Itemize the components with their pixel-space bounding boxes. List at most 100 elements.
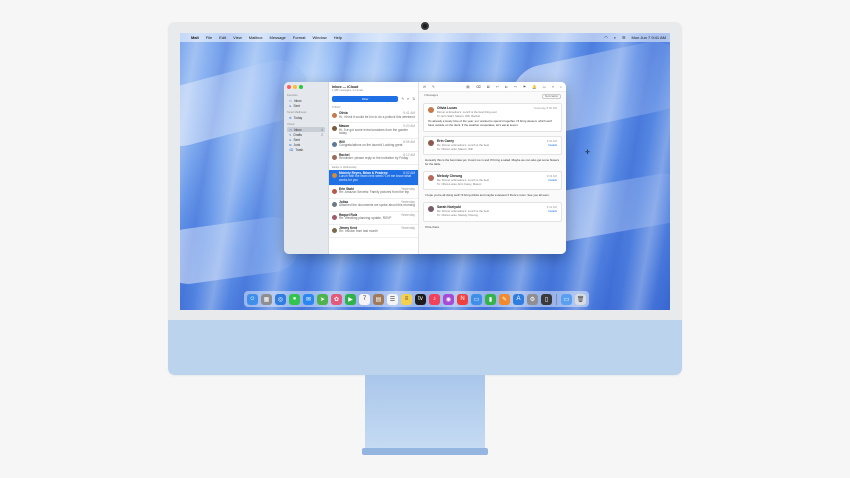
list-item[interactable]: 8:12 AM Rachel Reminder: please reply to t… [329,152,418,165]
menu-message[interactable]: Message [270,35,286,40]
list-item[interactable]: Yesterday Raquel Ruiz Re: Wedding planning… [329,212,418,225]
mail-icon[interactable]: ✉ [303,293,314,305]
thread-message-card[interactable]: Sarah Noriyuki Re: Dinner at Emeline's: … [423,202,562,222]
menu-mailbox[interactable]: Mailbox [249,35,263,40]
avatar [428,139,434,146]
finder-icon[interactable]: ☺ [247,293,258,305]
sidebar-item-label: Today [293,115,303,120]
menu-window[interactable]: Window [312,35,326,40]
details-link[interactable]: Details [547,209,557,214]
filter-icon[interactable]: ≡ [407,97,409,101]
message-body: I'll be there. [425,224,440,229]
menu-help[interactable]: Help [334,35,342,40]
message-list: Inbox — iCloud 1,988 messages, 4 unread … [329,82,419,254]
settings-icon[interactable]: ⚙ [527,293,538,305]
iphone-mirroring-icon[interactable]: ▯ [541,293,552,305]
menu-edit[interactable]: Edit [219,35,226,40]
menu-file[interactable]: File [206,35,212,40]
reminders-icon[interactable]: ☰ [387,293,398,305]
search-icon[interactable]: ⌕ [614,35,616,40]
podcasts-icon[interactable]: ◉ [443,293,454,305]
sidebar-item-favorites-sent[interactable]: ➤ Sent [287,103,325,108]
music-icon[interactable]: ♪ [429,293,440,305]
mute-icon[interactable]: 🔔 [532,85,536,89]
maps-icon[interactable]: ➤ [317,293,328,305]
draft-count: 2 [321,132,323,137]
downloads-folder-icon[interactable]: ▭ [561,293,572,305]
message-body: It's already a lovely time of the year, … [428,119,552,128]
archive-icon[interactable]: ▤ [466,85,469,89]
more-icon[interactable]: » [552,85,554,89]
message-recipients: To: Olivia Lucas, Erin Carey, Mason [437,181,482,186]
avatar [332,141,337,147]
wifi-icon[interactable]: ◠ [604,35,608,40]
junk-icon[interactable]: ⊠ [487,85,490,89]
mail-window: Favorites ▭ Inbox ➤ Sent Smart Mailboxes… [284,82,566,254]
menu-view[interactable]: View [233,35,242,40]
thread-message-card[interactable]: Erin Carey Re: Dinner at Emeline's: Lunc… [423,135,562,156]
message-time: Yesterday [400,225,415,230]
details-link[interactable]: Details [547,178,557,183]
sort-icon[interactable]: ⇅ [412,97,415,101]
close-window-button[interactable] [287,85,291,89]
message-body: Honestly this is the best idea yet. Coun… [425,158,560,167]
search-icon[interactable]: ⌕ [560,85,562,89]
trash-icon[interactable]: ⌫ [476,85,481,89]
list-item[interactable]: 9:20 AM Mason Hi, I've got some extra toma… [329,123,418,139]
menu-extras: ◠ ⌕ ☰ Mon Jun 7 9:41 AM [604,35,666,40]
list-item[interactable]: 9:41 AM Olivia Hi, I think it would be fun… [329,110,418,123]
details-link[interactable]: Details [547,143,557,148]
appstore-icon[interactable]: A [513,293,524,305]
contacts-icon[interactable]: ▤ [373,293,384,305]
message-preview: Re: Amazon Secrets: Family pictures from… [339,190,410,195]
list-item-selected[interactable]: 8:02 AM Mckinly Reyes, Brian & Pradeep Lun… [329,169,418,186]
compose-icon[interactable]: ✎ [432,85,435,89]
get-mail-icon[interactable]: ✉ [423,85,426,89]
list-item[interactable]: 8:55 AM Will Congratulations on the launch… [329,139,418,152]
filter-button[interactable]: Filter [332,96,399,102]
list-item[interactable]: Yesterday Erin Stahl Re: Amazon Secrets: F… [329,186,418,199]
news-icon[interactable]: N [457,293,468,305]
facetime-icon[interactable]: ▶ [345,293,356,305]
thread-message-card[interactable]: Melody Cheung Re: Dinner at Emeline's: L… [423,170,562,191]
minimize-window-button[interactable] [293,85,297,89]
photos-icon[interactable]: ✿ [331,293,342,305]
keynote-icon[interactable]: ▭ [471,293,482,305]
control-center-icon[interactable]: ☰ [622,35,626,40]
sidebar-item-label: Inbox [293,98,302,103]
trash-icon[interactable]: 🗑 [575,293,586,305]
reply-icon[interactable]: ↩ [496,85,499,89]
sidebar-item-trash[interactable]: ⌫ Trash [287,147,325,152]
thread-header: 4 Messages Summarize [419,92,566,101]
notes-icon[interactable]: ≡ [401,293,412,305]
safari-icon[interactable]: ◎ [275,293,286,305]
menu-app-name[interactable]: Mail [191,35,199,40]
avatar [332,188,337,194]
tv-icon[interactable]: tv [415,293,426,305]
launchpad-icon[interactable]: ▦ [261,293,272,305]
move-icon[interactable]: ▭ [543,85,546,89]
trash-icon: ⌫ [289,147,294,152]
zoom-window-button[interactable] [299,85,303,89]
calendar-icon[interactable]: 7 [359,293,370,305]
forward-icon[interactable]: ↪ [514,85,517,89]
draft-icon: ✎ [289,132,292,137]
thread-message-card[interactable]: Olivia Lucas Dinner at Emeline's: Lunch … [423,103,562,132]
numbers-icon[interactable]: ▮ [485,293,496,305]
menu-clock[interactable]: Mon Jun 7 9:41 AM [632,35,666,40]
compose-icon[interactable]: ✎ [401,97,404,101]
list-item[interactable]: Yesterday Jimmy Kent Re: Invoice from last… [329,225,418,238]
icloud-heading: iCloud [287,123,295,126]
summarize-button[interactable]: Summarize [541,94,561,99]
messages-icon[interactable]: ● [289,293,300,305]
sidebar-item-label: Inbox [293,127,302,132]
gear-icon: ⚙ [289,115,292,120]
menu-format[interactable]: Format [293,35,306,40]
message-list-toolbar: Filter ✎ ≡ ⇅ [329,94,418,105]
dock-separator [556,293,557,305]
sidebar-item-today[interactable]: ⚙ Today [287,115,325,120]
flag-icon[interactable]: ⚑ [523,85,526,89]
list-item[interactable]: Yesterday Jolisa Attached the documents we… [329,199,418,212]
reply-all-icon[interactable]: ⇇ [505,85,508,89]
pages-icon[interactable]: ✎ [499,293,510,305]
